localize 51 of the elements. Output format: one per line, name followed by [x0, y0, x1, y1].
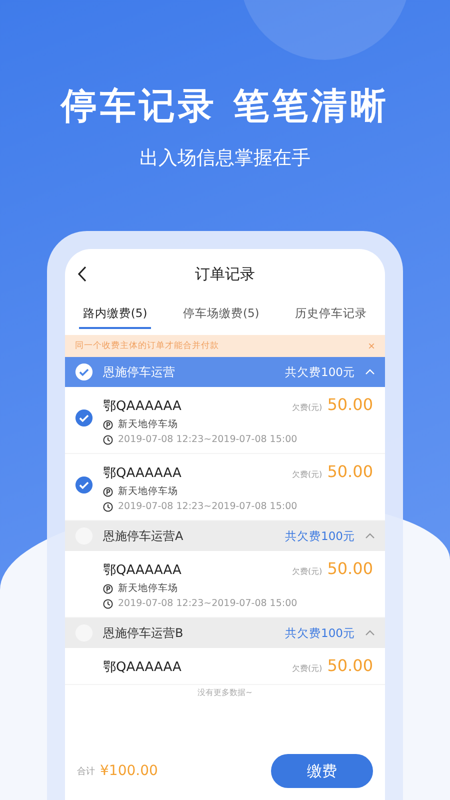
parking-icon: [103, 420, 113, 430]
tab[interactable]: 停车场缴费(5): [178, 299, 264, 329]
parking-icon: [103, 584, 113, 594]
group-total: 共欠费100元: [285, 364, 355, 380]
checked-circle-icon[interactable]: [75, 363, 93, 381]
headline: 停车记录 笔笔清晰: [61, 85, 389, 129]
parking-time: 2019-07-08 12:23~2019-07-08 15:00: [118, 598, 298, 609]
end-of-list-text: 没有更多数据~: [196, 687, 254, 699]
parking-time: 2019-07-08 12:23~2019-07-08 15:00: [118, 501, 298, 512]
clock-icon: [103, 502, 113, 512]
group-total: 共欠费100元: [285, 626, 355, 640]
screen-title: 订单记录: [195, 264, 255, 284]
parking-lot-name: 新天地停车场: [118, 582, 178, 595]
tab[interactable]: 历史停车记录: [291, 299, 372, 329]
back-icon[interactable]: [77, 266, 87, 282]
tab[interactable]: 路内缴费(5): [78, 299, 152, 329]
group-total: 共欠费100元: [285, 528, 355, 544]
plate-number: 鄂QAAAAAA: [103, 398, 182, 415]
fee-amount: 50.00: [327, 559, 373, 578]
plate-number: 鄂QAAAAAA: [103, 659, 182, 676]
parking-lot-name: 新天地停车场: [118, 418, 178, 431]
fee-label: 欠费(元): [292, 402, 322, 413]
group-header[interactable]: 恩施停车运营B 共欠费100元: [65, 618, 385, 648]
subheadline: 出入场信息掌握在手: [140, 146, 310, 171]
chevron-up-icon[interactable]: [365, 630, 375, 636]
fee-label: 欠费(元): [292, 663, 322, 674]
chevron-up-icon[interactable]: [365, 533, 375, 539]
order-row[interactable]: 鄂QAAAAAA 欠费(元) 50.00 新天地停车场 2019-07-08 12:23~2019-07-08 15:00: [65, 387, 385, 454]
pay-button[interactable]: 缴费: [271, 754, 373, 788]
clock-icon: [103, 598, 113, 608]
parking-icon: [103, 486, 113, 496]
order-row[interactable]: 鄂QAAAAAA 欠费(元) 50.00: [65, 648, 385, 685]
operator-name: 恩施停车运营B: [103, 624, 184, 642]
plate-number: 鄂QAAAAAA: [103, 465, 182, 482]
fee-amount: 50.00: [327, 462, 373, 481]
operator-name: 恩施停车运营A: [103, 528, 184, 544]
checked-circle-icon[interactable]: [75, 476, 93, 494]
clock-icon: [103, 434, 113, 444]
parking-lot-name: 新天地停车场: [118, 485, 178, 498]
fee-amount: 50.00: [327, 395, 373, 414]
operator-name: 恩施停车运营: [103, 364, 176, 380]
parking-time: 2019-07-08 12:23~2019-07-08 15:00: [118, 434, 298, 445]
total-label: 合计: [77, 766, 95, 778]
total-amount: ¥100.00: [100, 763, 159, 779]
group-header[interactable]: 恩施停车运营A 共欠费100元: [65, 521, 385, 551]
plate-number: 鄂QAAAAAA: [103, 562, 182, 579]
fee-label: 欠费(元): [292, 469, 322, 480]
checked-circle-icon[interactable]: [75, 409, 93, 427]
fee-amount: 50.00: [327, 656, 373, 675]
notice-text: 同一个收费主体的订单才能合并付款: [75, 340, 219, 352]
fee-label: 欠费(元): [292, 566, 322, 577]
